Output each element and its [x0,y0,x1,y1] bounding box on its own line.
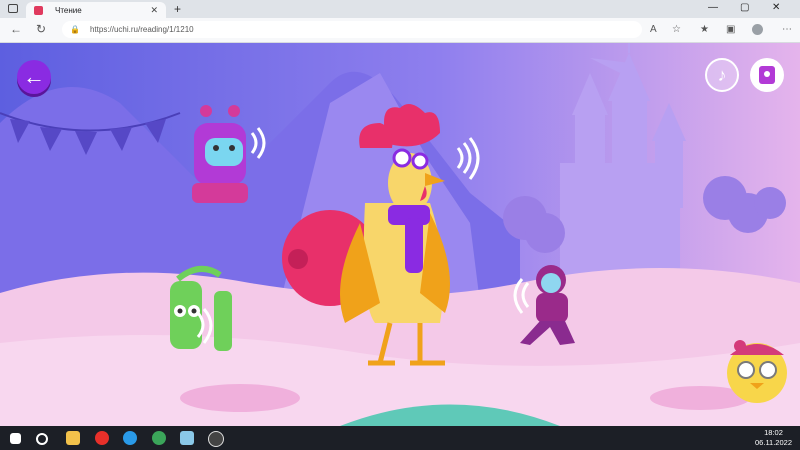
windows-taskbar: 18:02 06.11.2022 [0,426,800,450]
windows-start-icon[interactable] [10,433,21,444]
favorite-star-icon[interactable]: ☆ [672,24,681,35]
book-button[interactable] [750,58,784,92]
system-clock[interactable]: 18:02 06.11.2022 [755,428,792,448]
tab-bar: Чтение ✕ + — ▢ ✕ [0,0,800,18]
yandex-browser-icon[interactable] [95,431,109,445]
tab-favicon-icon [34,5,43,15]
music-toggle-button[interactable]: ♪ [705,58,739,92]
scene-illustration [0,43,800,426]
close-window-button[interactable]: ✕ [772,2,780,13]
tab-title: Чтение [55,5,82,15]
book-icon [759,66,775,84]
file-explorer-icon[interactable] [66,431,80,445]
tab-actions-icon[interactable] [8,4,18,13]
new-tab-button[interactable]: + [174,2,181,16]
edge-browser-icon[interactable] [123,431,137,445]
obs-icon[interactable] [208,431,224,447]
game-back-button[interactable]: ← [17,60,51,94]
lock-icon: 🔒 [70,25,80,34]
profile-avatar[interactable] [752,24,763,35]
tab-close-icon[interactable]: ✕ [150,5,158,16]
chrome-icon[interactable] [152,431,166,445]
clock-date: 06.11.2022 [755,438,792,447]
refresh-button[interactable]: ↻ [36,22,46,36]
browser-tab[interactable]: Чтение ✕ [26,2,166,18]
maximize-button[interactable]: ▢ [740,2,749,13]
minimize-button[interactable]: — [708,2,718,13]
more-menu-icon[interactable]: ⋯ [782,24,792,35]
reading-game-scene: ← ♪ [0,43,800,426]
navigation-bar: ← ↻ 🔒 https://uchi.ru/reading/1/1210 A ☆… [0,18,800,43]
back-nav-button[interactable]: ← [10,22,22,36]
clock-time: 18:02 [764,428,783,437]
favorites-icon[interactable]: ★ [700,24,709,35]
collections-icon[interactable]: ▣ [726,24,735,35]
search-icon[interactable] [36,433,48,445]
address-bar[interactable]: 🔒 https://uchi.ru/reading/1/1210 [62,21,642,38]
read-aloud-icon[interactable]: A [650,24,657,35]
url-text: https://uchi.ru/reading/1/1210 [89,25,194,34]
notepad-icon[interactable] [180,431,194,445]
